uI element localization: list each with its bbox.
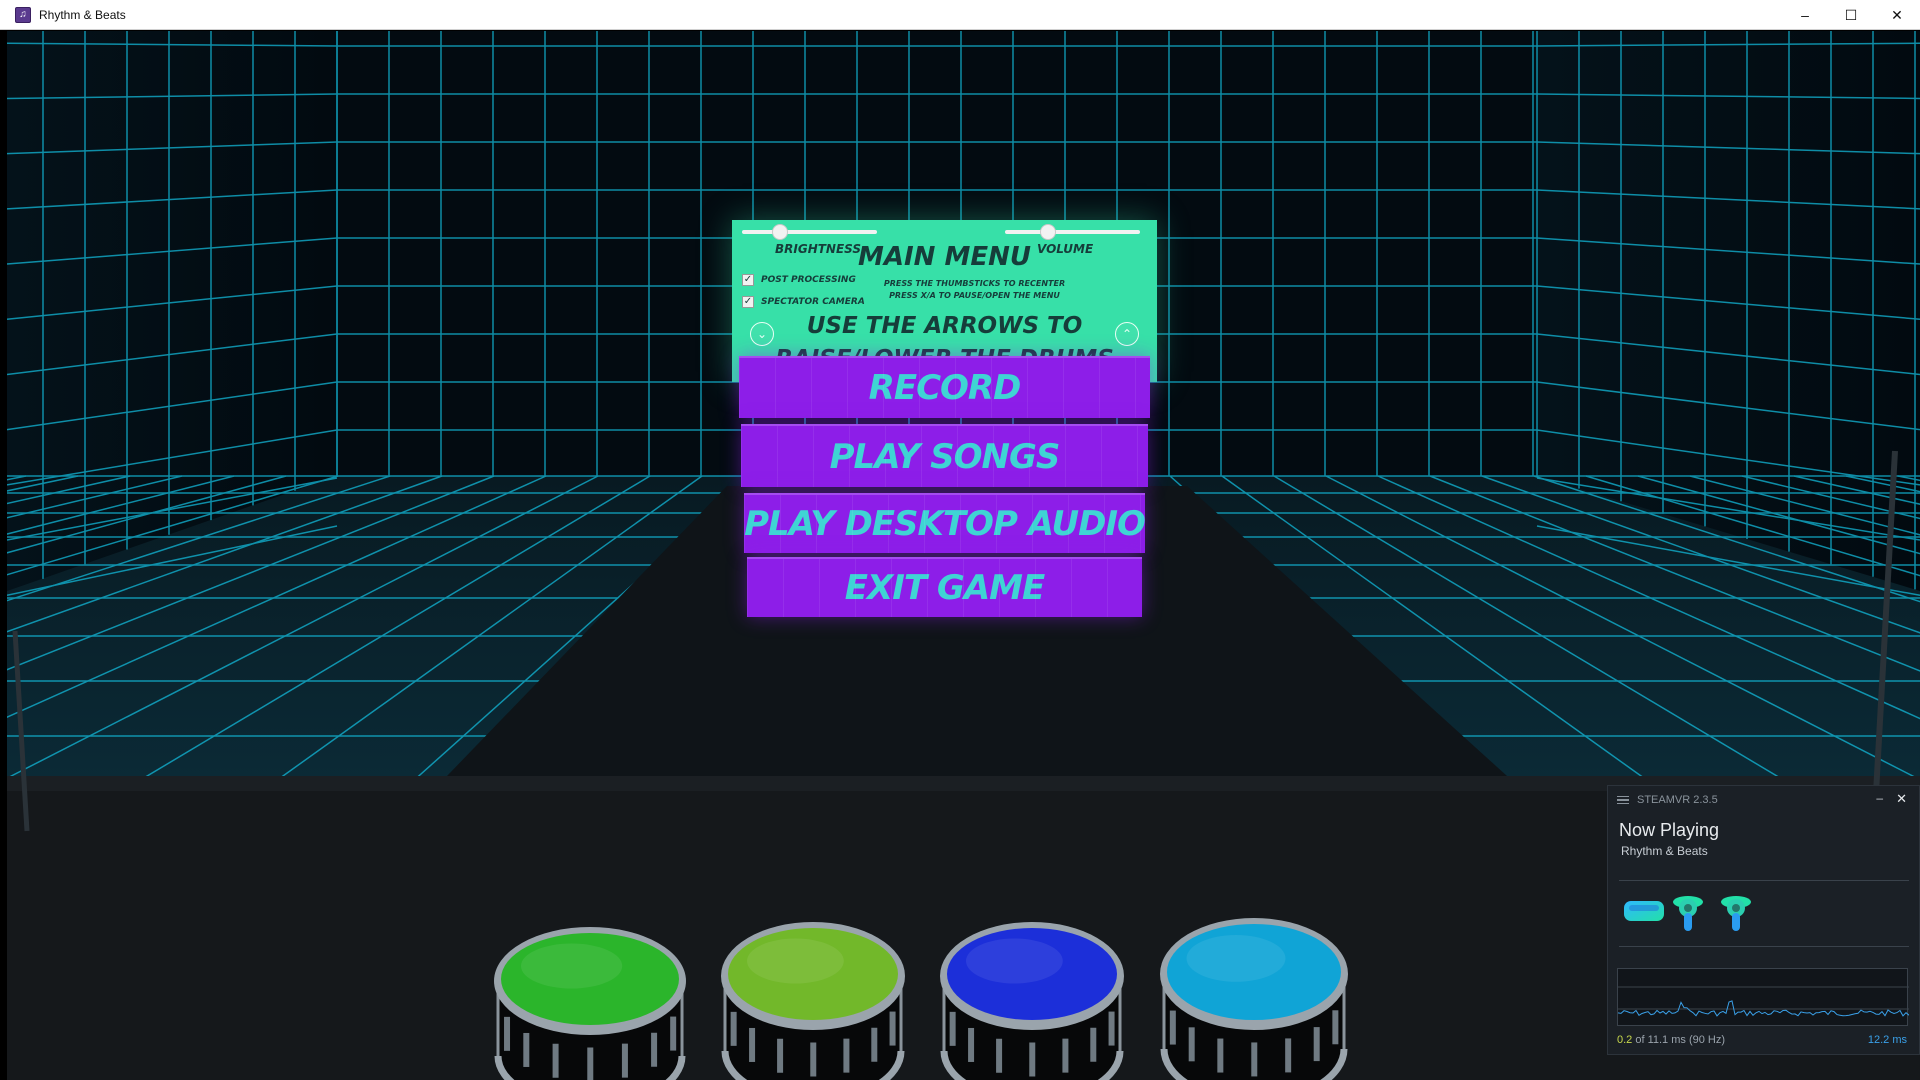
divider: [1619, 880, 1909, 881]
green-drum[interactable]: [494, 927, 686, 1080]
steamvr-header: STEAMVR 2.3.5: [1608, 786, 1919, 814]
steamvr-version: STEAMVR 2.3.5: [1637, 794, 1718, 806]
app-icon: ♫: [15, 7, 31, 23]
steamvr-status-window[interactable]: STEAMVR 2.3.5 – ✕ Now Playing Rhythm & B…: [1607, 785, 1920, 1055]
lime-drum[interactable]: [721, 922, 905, 1080]
window-controls: – ☐ ✕: [1782, 0, 1920, 30]
maximize-button[interactable]: ☐: [1828, 0, 1874, 30]
frame-time-stats: 0.2 of 11.1 ms (90 Hz): [1617, 1034, 1725, 1046]
frame-budget: of 11.1 ms (90 Hz): [1632, 1034, 1725, 1046]
window-titlebar: ♫ Rhythm & Beats – ☐ ✕: [0, 0, 1920, 30]
minimize-button[interactable]: –: [1782, 0, 1828, 30]
divider: [1619, 946, 1909, 947]
blue-drum[interactable]: [940, 922, 1124, 1080]
window-title: Rhythm & Beats: [39, 8, 126, 22]
now-playing-label: Now Playing: [1619, 820, 1719, 841]
frame-timing-graph: [1617, 968, 1908, 1026]
headset-icon[interactable]: [1622, 893, 1666, 927]
controller-left-icon[interactable]: [1670, 893, 1706, 933]
frame-time-value: 0.2: [1617, 1034, 1632, 1046]
steamvr-close-button[interactable]: ✕: [1896, 791, 1907, 807]
now-playing-game: Rhythm & Beats: [1621, 844, 1708, 858]
latency-value: 12.2 ms: [1868, 1034, 1907, 1046]
cyan-drum[interactable]: [1160, 918, 1348, 1080]
controller-right-icon[interactable]: [1718, 893, 1754, 933]
steamvr-minimize-button[interactable]: –: [1876, 791, 1883, 805]
hamburger-menu-icon[interactable]: [1617, 796, 1629, 805]
close-button[interactable]: ✕: [1874, 0, 1920, 30]
